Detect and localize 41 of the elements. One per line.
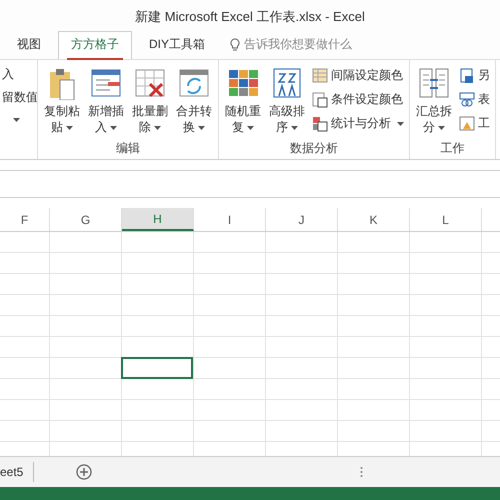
ribbon-icon [312,92,328,108]
column-header[interactable]: J [266,208,338,231]
ribbon-button[interactable]: 汇总拆分 [413,64,455,138]
ribbon-button[interactable]: 合并转换 [173,64,215,138]
tell-me-field[interactable]: 告诉我你想要做什么 [222,36,352,59]
ribbon-icon [312,116,328,132]
group-label: 工作 [440,140,466,157]
ribbon-icon [459,116,475,132]
splitter-icon[interactable] [360,466,364,478]
group-label: 数据分析 [289,140,339,157]
ribbon-icon [271,66,303,100]
group-label: 编辑 [115,140,141,157]
ribbon-button[interactable]: 间隔设定颜色 [310,66,406,85]
column-header[interactable]: K [338,208,410,231]
column-header[interactable]: L [410,208,482,231]
ribbon-tab[interactable]: 视图 [4,31,54,59]
ribbon-button[interactable]: 高级排序 [266,64,308,138]
ribbon-button[interactable]: 随机重复 [222,64,264,138]
ribbon-button[interactable]: 统计与分析 [310,114,406,133]
ribbon-button[interactable]: 表 [457,90,492,109]
ribbon-button[interactable]: 另 [457,66,492,85]
ribbon-tab[interactable]: DIY工具箱 [136,31,218,59]
ribbon-button[interactable]: 工 [457,114,492,133]
ribbon-icon [459,92,475,108]
ribbon-icon [459,68,475,84]
window-title: 新建 Microsoft Excel 工作表.xlsx - Excel [135,8,365,26]
ribbon-button[interactable]: 条件设定颜色 [310,90,406,109]
ribbon-icon [418,66,450,100]
column-header[interactable]: H [122,208,194,231]
lightbulb-icon [230,38,240,52]
selected-cell[interactable] [121,357,193,379]
column-header[interactable]: I [194,208,266,231]
add-sheet-button[interactable] [76,464,92,480]
ribbon-tab[interactable]: 方方格子 [58,31,132,59]
ribbon-button[interactable]: 批量删除 [129,64,171,138]
sheet-tab[interactable]: eet5 [0,462,34,482]
ribbon-button[interactable]: 复制粘贴 [41,64,83,138]
column-header[interactable]: F [0,208,50,231]
ribbon-icon [312,68,328,84]
ribbon-button[interactable]: 新增插入 [85,64,127,138]
ribbon-label[interactable]: 入 [2,66,14,83]
